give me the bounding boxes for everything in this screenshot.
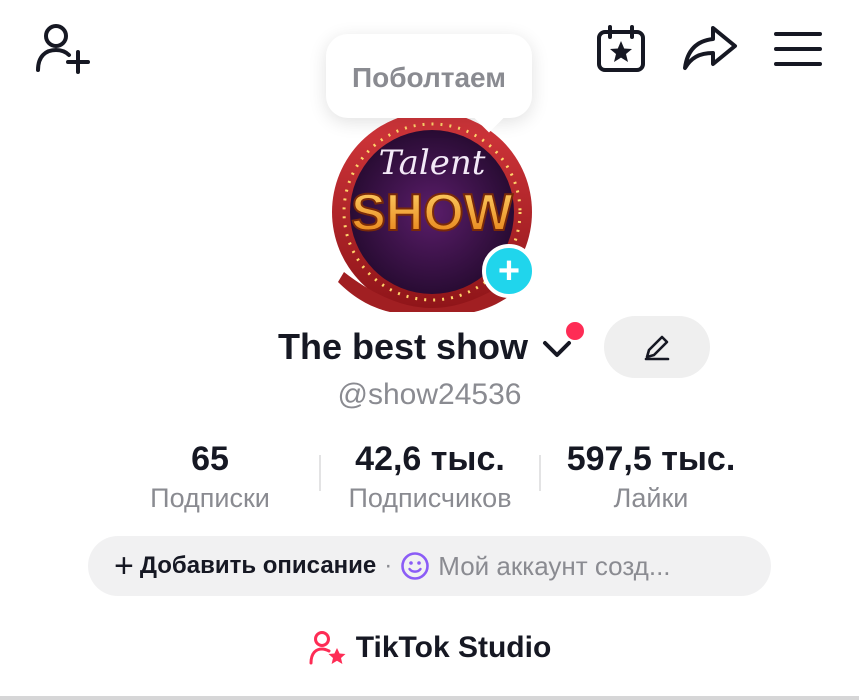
- stat-divider: [319, 455, 321, 491]
- add-user-icon[interactable]: [34, 22, 90, 74]
- smile-icon: [401, 552, 430, 580]
- hamburger-menu-icon[interactable]: [774, 30, 822, 68]
- bio-bar[interactable]: + Добавить описание · Мой аккаунт созд..…: [88, 536, 771, 596]
- plus-icon: +: [114, 547, 134, 585]
- stat-divider: [539, 455, 541, 491]
- chat-tooltip[interactable]: Поболтаем: [326, 34, 532, 133]
- chevron-down-icon[interactable]: [541, 337, 573, 361]
- calendar-star-icon[interactable]: [595, 24, 647, 74]
- stat-label: Подписчиков: [348, 483, 512, 513]
- stat-value: 42,6 тыс.: [355, 440, 505, 478]
- stat-value: 597,5 тыс.: [566, 440, 736, 478]
- pencil-icon: [644, 335, 670, 361]
- avatar-logo-top: Talent: [379, 143, 486, 183]
- stat-label: Подписки: [150, 483, 270, 513]
- studio-label: TikTok Studio: [355, 631, 552, 664]
- notification-dot: [564, 320, 586, 342]
- divider: [0, 696, 859, 700]
- edit-profile-button[interactable]: [604, 316, 710, 378]
- profile-name[interactable]: The best show: [278, 326, 528, 368]
- separator: ·: [384, 552, 393, 579]
- plus-icon: +: [497, 250, 521, 292]
- profile-handle: @show24536: [337, 378, 522, 411]
- stat-label: Лайки: [613, 483, 689, 513]
- bio-note: Мой аккаунт созд...: [438, 550, 671, 581]
- stat-value: 65: [191, 440, 229, 478]
- avatar-logo-bottom: SHOW: [351, 184, 514, 242]
- studio-user-star-icon: [309, 631, 346, 665]
- share-arrow-icon[interactable]: [681, 22, 739, 74]
- tooltip-text: Поболтаем: [352, 62, 506, 93]
- add-avatar-button[interactable]: +: [482, 244, 536, 298]
- stat-following[interactable]: 65 Подписки: [140, 440, 280, 514]
- add-description-button[interactable]: Добавить описание: [140, 552, 376, 580]
- tiktok-studio-link[interactable]: TikTok Studio: [0, 630, 859, 666]
- stat-followers[interactable]: 42,6 тыс. Подписчиков: [326, 440, 534, 514]
- stat-likes[interactable]: 597,5 тыс. Лайки: [552, 440, 750, 514]
